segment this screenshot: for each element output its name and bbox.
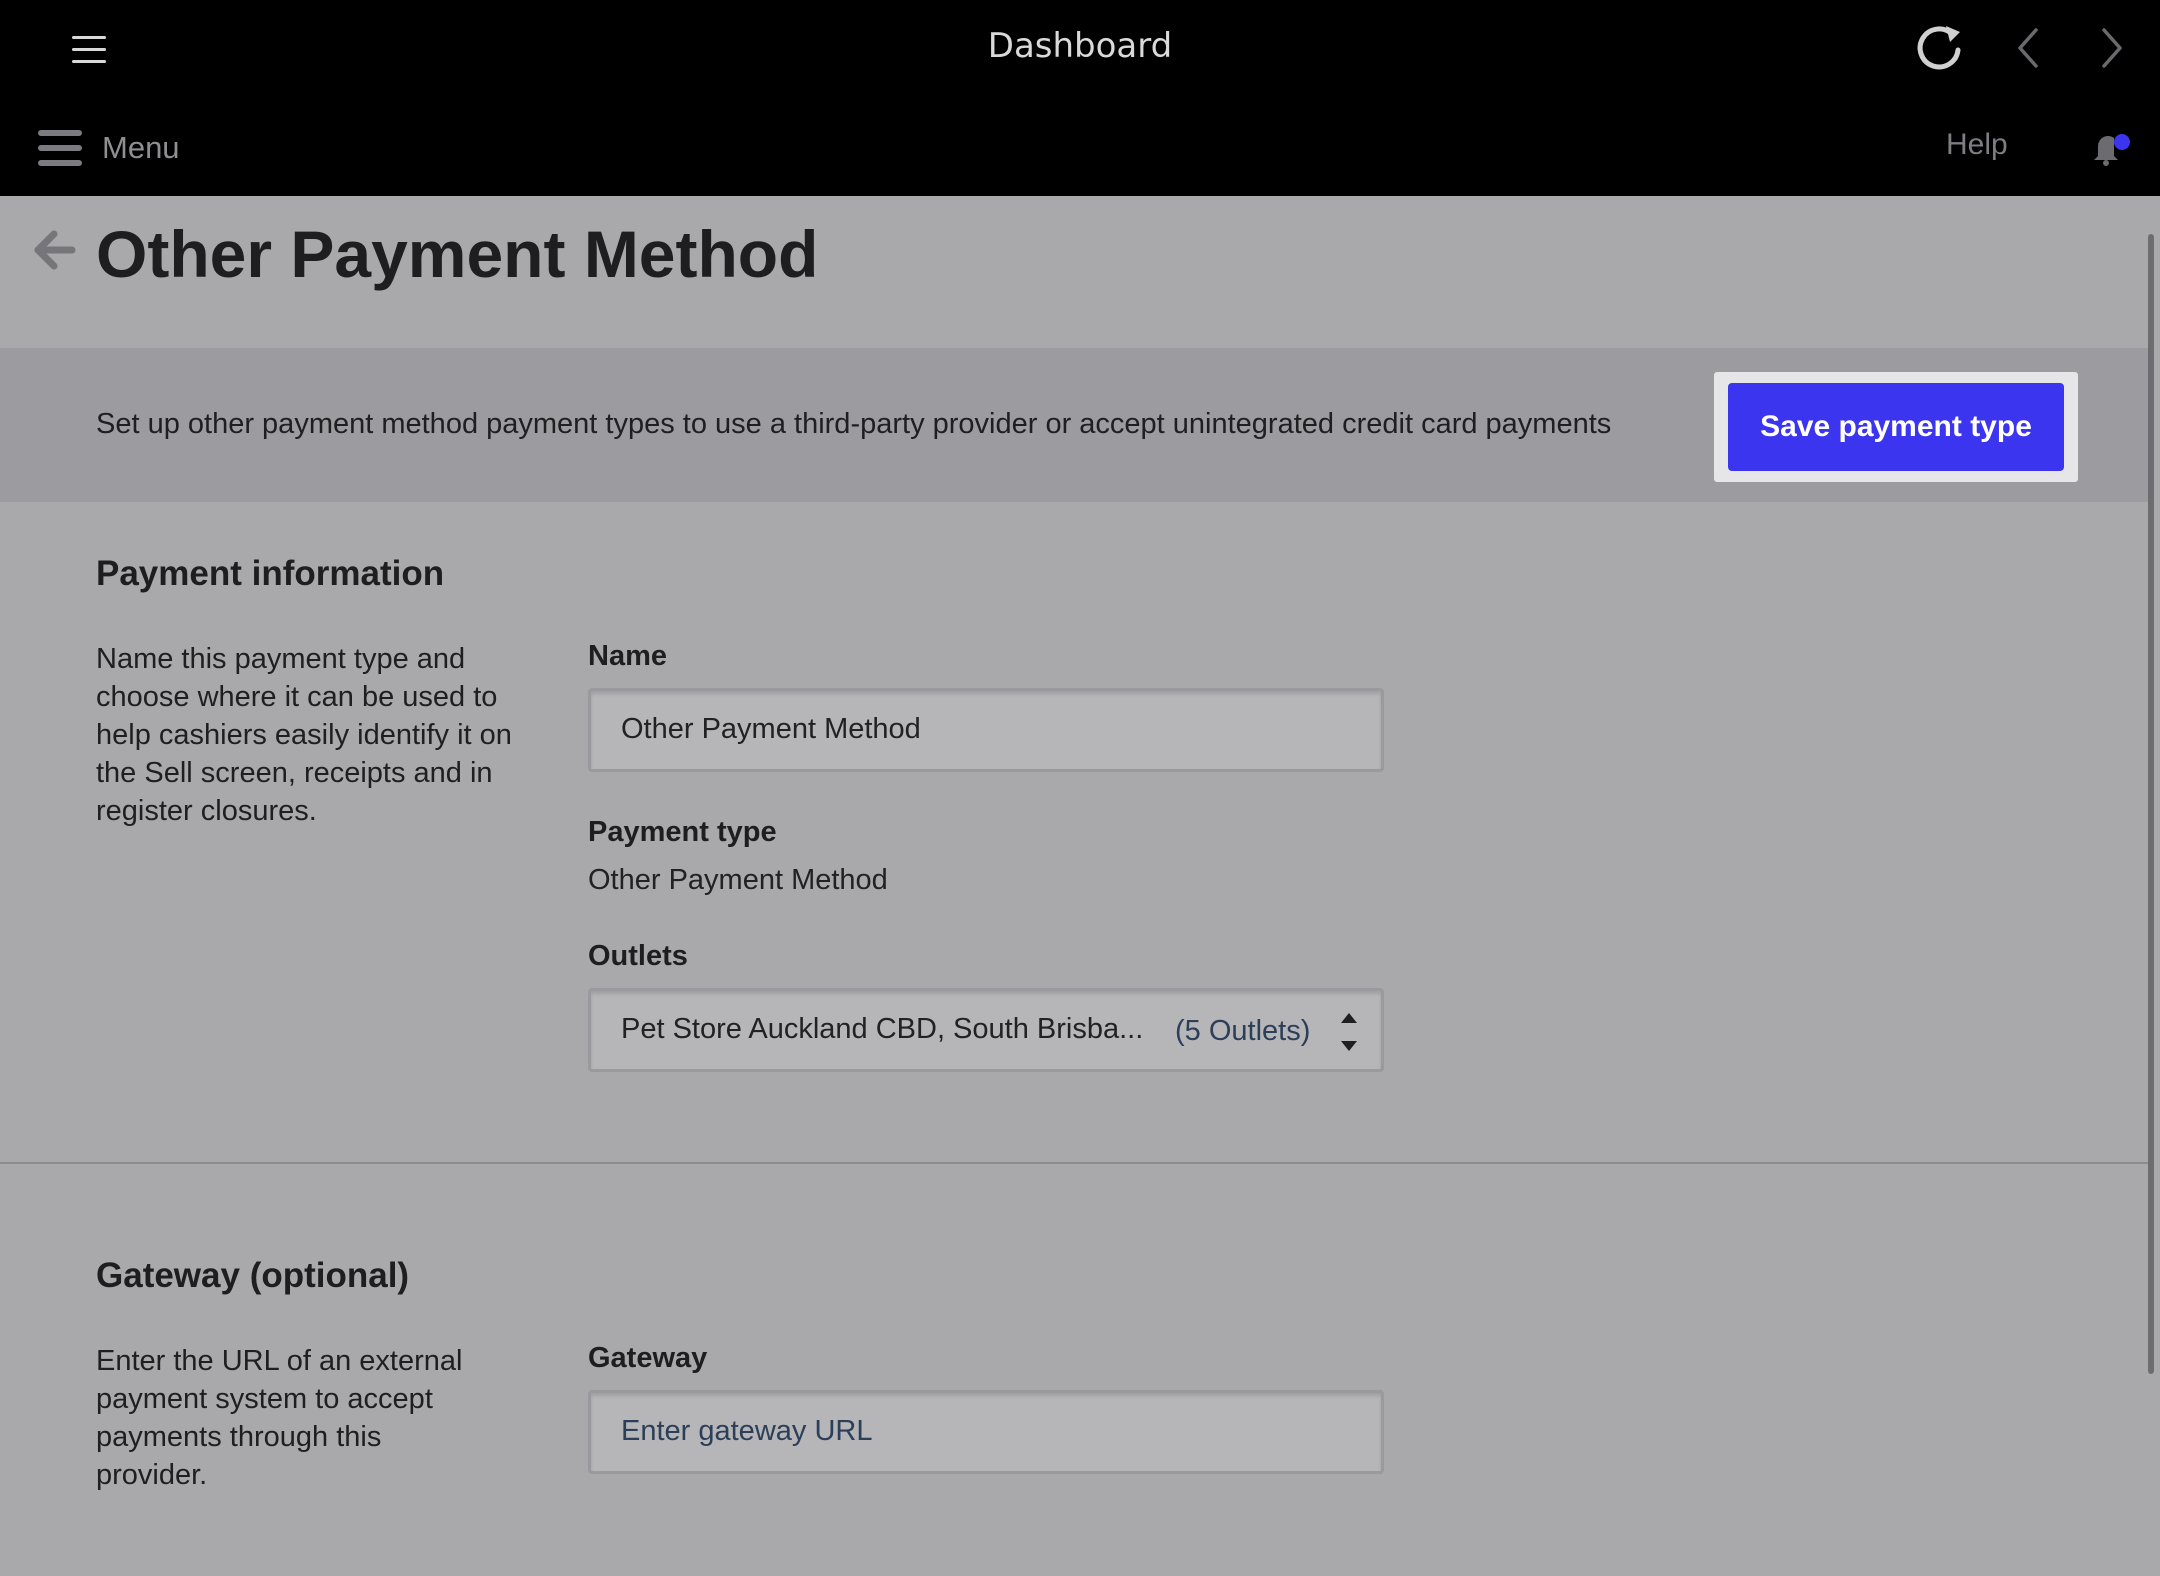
app-bar: Dashboard — [0, 0, 2160, 100]
gateway-description: Enter the URL of an external payment sys… — [96, 1345, 463, 1491]
gateway-url-input[interactable]: Enter gateway URL — [588, 1390, 1384, 1474]
outlets-label: Outlets — [588, 940, 688, 972]
gateway-title: Gateway (optional) — [96, 1256, 410, 1295]
page-title: Other Payment Method — [96, 217, 819, 291]
page-header: Other Payment Method — [0, 196, 2160, 348]
gateway-label: Gateway — [588, 1342, 708, 1374]
menu-icon — [38, 130, 82, 166]
help-link[interactable]: Help — [1946, 128, 2008, 162]
scrollbar[interactable] — [2148, 234, 2154, 1374]
chevron-left-icon[interactable] — [2002, 20, 2058, 76]
gateway-url-placeholder: Enter gateway URL — [621, 1415, 873, 1447]
notification-dot-icon — [2114, 134, 2130, 150]
banner-text: Set up other payment method payment type… — [96, 408, 1612, 440]
section-divider — [0, 1162, 2148, 1164]
name-label: Name — [588, 640, 667, 672]
save-button-focus-ring: Save payment type — [1714, 372, 2078, 482]
payment-information-description: Name this payment type and choose where … — [96, 643, 512, 827]
app-title: Dashboard — [987, 26, 1173, 66]
name-input-value: Other Payment Method — [621, 713, 921, 745]
nav-bar: Menu Help — [0, 100, 2160, 196]
refresh-icon[interactable] — [1912, 20, 1968, 76]
select-stepper-icon — [1337, 1009, 1361, 1055]
menu-button[interactable]: Menu — [38, 126, 180, 170]
outlets-count: (5 Outlets) — [1175, 1015, 1311, 1047]
payment-type-label: Payment type — [588, 816, 777, 848]
payment-information-title: Payment information — [96, 554, 445, 593]
payment-type-value: Other Payment Method — [588, 864, 888, 896]
back-arrow-icon[interactable] — [30, 226, 78, 274]
outlets-select[interactable]: Pet Store Auckland CBD, South Brisba... … — [588, 988, 1384, 1072]
chevron-right-icon[interactable] — [2082, 20, 2138, 76]
outlets-select-value: Pet Store Auckland CBD, South Brisba... — [621, 1013, 1144, 1045]
info-banner: Set up other payment method payment type… — [0, 348, 2148, 502]
name-input[interactable]: Other Payment Method — [588, 688, 1384, 772]
bell-icon[interactable] — [2088, 130, 2132, 170]
menu-label: Menu — [102, 130, 180, 165]
save-payment-type-button[interactable]: Save payment type — [1728, 383, 2064, 471]
